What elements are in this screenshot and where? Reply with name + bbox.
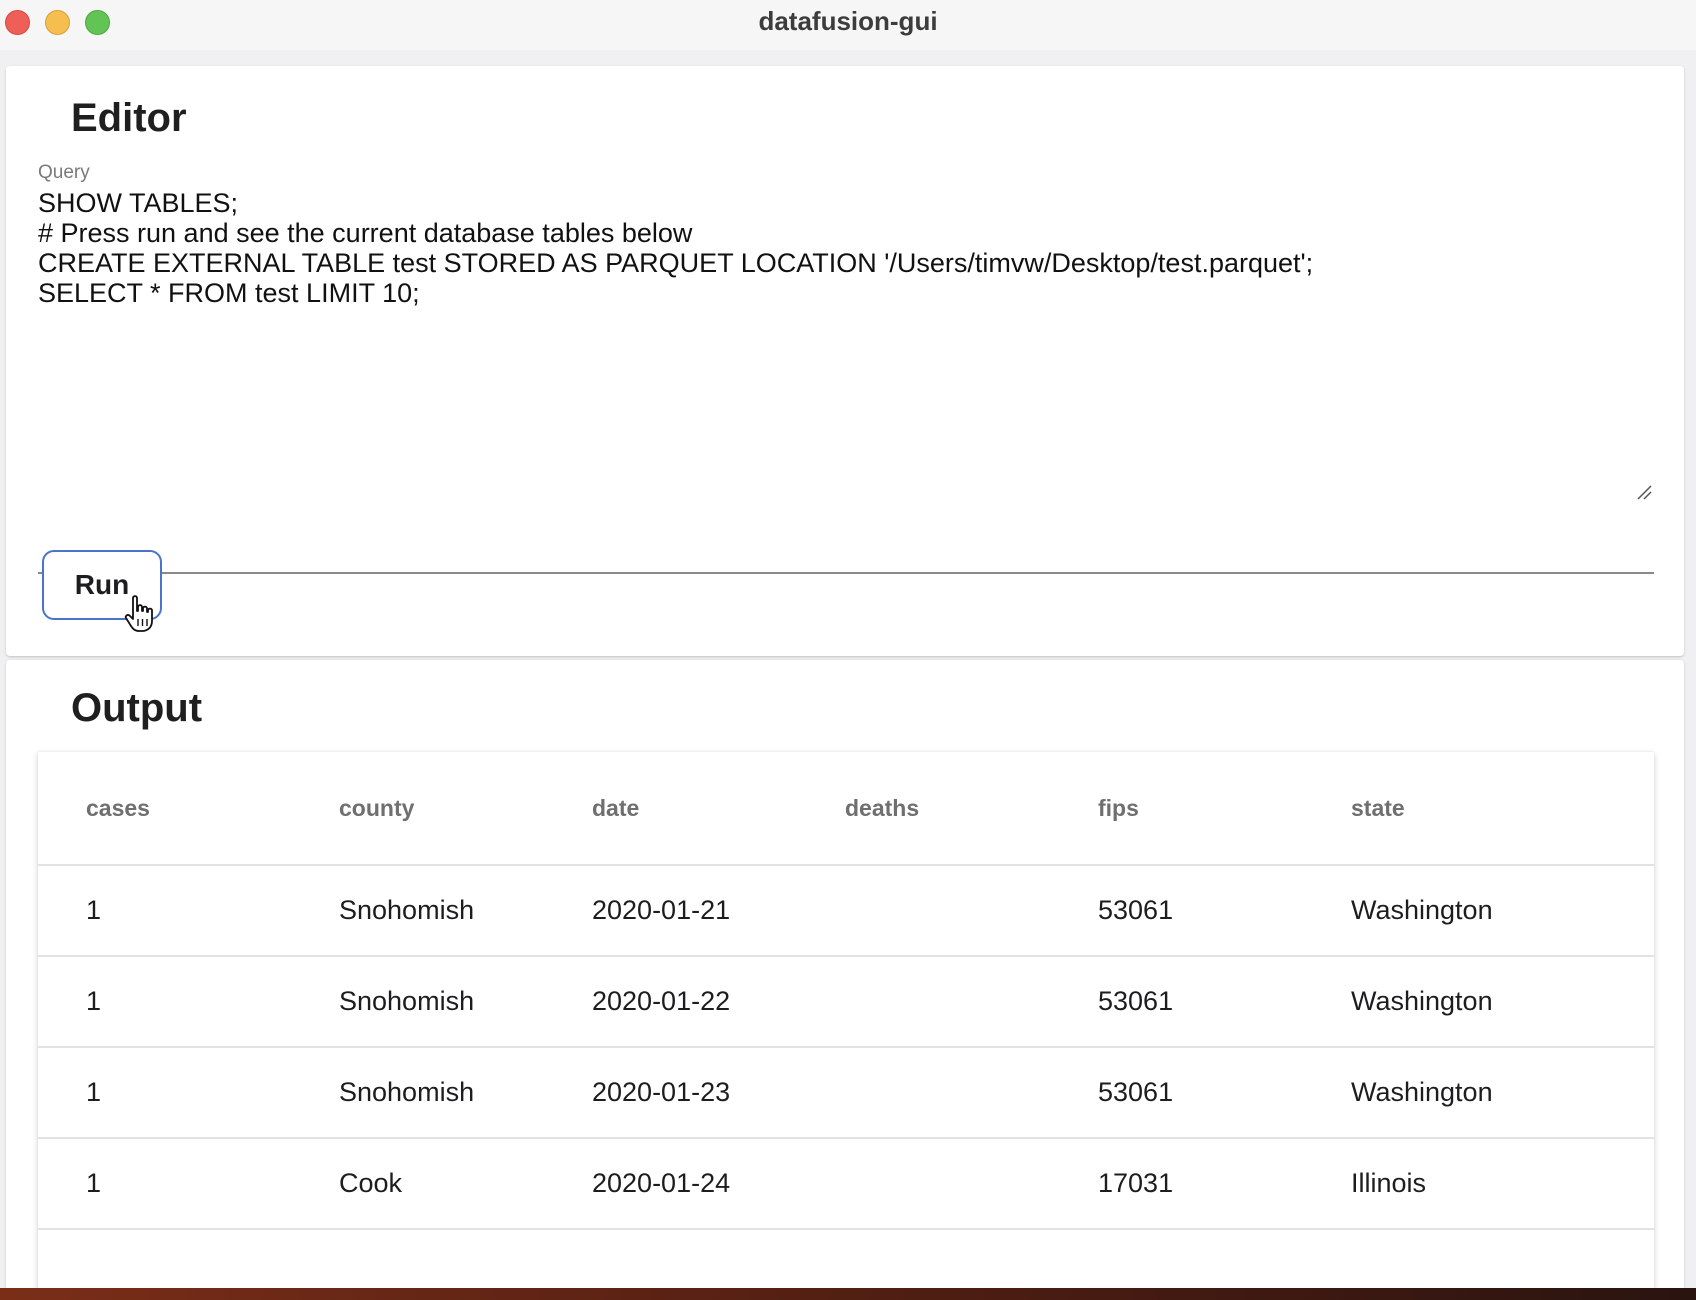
table-cell: 53061 <box>1098 1077 1174 1107</box>
table-cell: 2020-01-23 <box>592 1077 731 1107</box>
resize-grip-icon[interactable] <box>1636 484 1652 500</box>
table-cell: 53061 <box>1098 986 1174 1016</box>
app-window: datafusion-gui Editor Query SHOW TABLES;… <box>0 0 1696 1300</box>
column-header[interactable]: state <box>1351 752 1405 864</box>
table-row: 1 Cook 2020-01-24 17031 Illinois <box>38 1139 1654 1230</box>
table-cell: 2020-01-24 <box>592 1168 731 1198</box>
table-cell: 1 <box>86 1077 102 1107</box>
table-cell: 1 <box>86 895 102 925</box>
column-header[interactable]: county <box>339 752 414 864</box>
table-row: 1 Snohomish 2020-01-21 53061 Washington <box>38 866 1654 957</box>
editor-heading: Editor <box>71 96 187 140</box>
table-cell: 2020-01-22 <box>592 986 731 1016</box>
table-cell: 1 <box>86 1168 102 1198</box>
table-cell: 17031 <box>1098 1168 1174 1198</box>
column-header[interactable]: fips <box>1098 752 1139 864</box>
desktop-background <box>0 1288 1696 1300</box>
column-header[interactable]: cases <box>86 752 150 864</box>
table-cell: Washington <box>1351 1077 1493 1107</box>
table-cell: 53061 <box>1098 895 1174 925</box>
table-row: 1 Snohomish 2020-01-23 53061 Washington <box>38 1048 1654 1139</box>
table-cell: Snohomish <box>339 986 475 1016</box>
window-title: datafusion-gui <box>758 6 938 36</box>
table-cell: Snohomish <box>339 895 475 925</box>
title-bar: datafusion-gui <box>0 0 1696 50</box>
table-cell: 2020-01-21 <box>592 895 731 925</box>
table-row: 1 Snohomish 2020-01-22 53061 Washington <box>38 957 1654 1048</box>
editor-panel: Editor Query SHOW TABLES; # Press run an… <box>6 66 1684 656</box>
query-input[interactable]: SHOW TABLES; # Press run and see the cur… <box>38 188 1654 574</box>
column-header[interactable]: date <box>592 752 639 864</box>
table-cell: 1 <box>86 986 102 1016</box>
hand-pointer-cursor-icon <box>124 595 153 632</box>
table-cell: Washington <box>1351 895 1493 925</box>
query-label: Query <box>38 162 90 183</box>
output-heading: Output <box>71 686 203 730</box>
table-cell: Washington <box>1351 986 1493 1016</box>
table-header-row: cases county date deaths fips state <box>38 752 1654 866</box>
table-cell: Illinois <box>1351 1168 1427 1198</box>
column-header[interactable]: deaths <box>845 752 919 864</box>
table-cell: Snohomish <box>339 1077 475 1107</box>
results-table: cases county date deaths fips state 1 Sn… <box>38 752 1654 1300</box>
table-cell: Cook <box>339 1168 403 1198</box>
output-panel: Output cases county date deaths fips sta… <box>6 660 1684 1300</box>
